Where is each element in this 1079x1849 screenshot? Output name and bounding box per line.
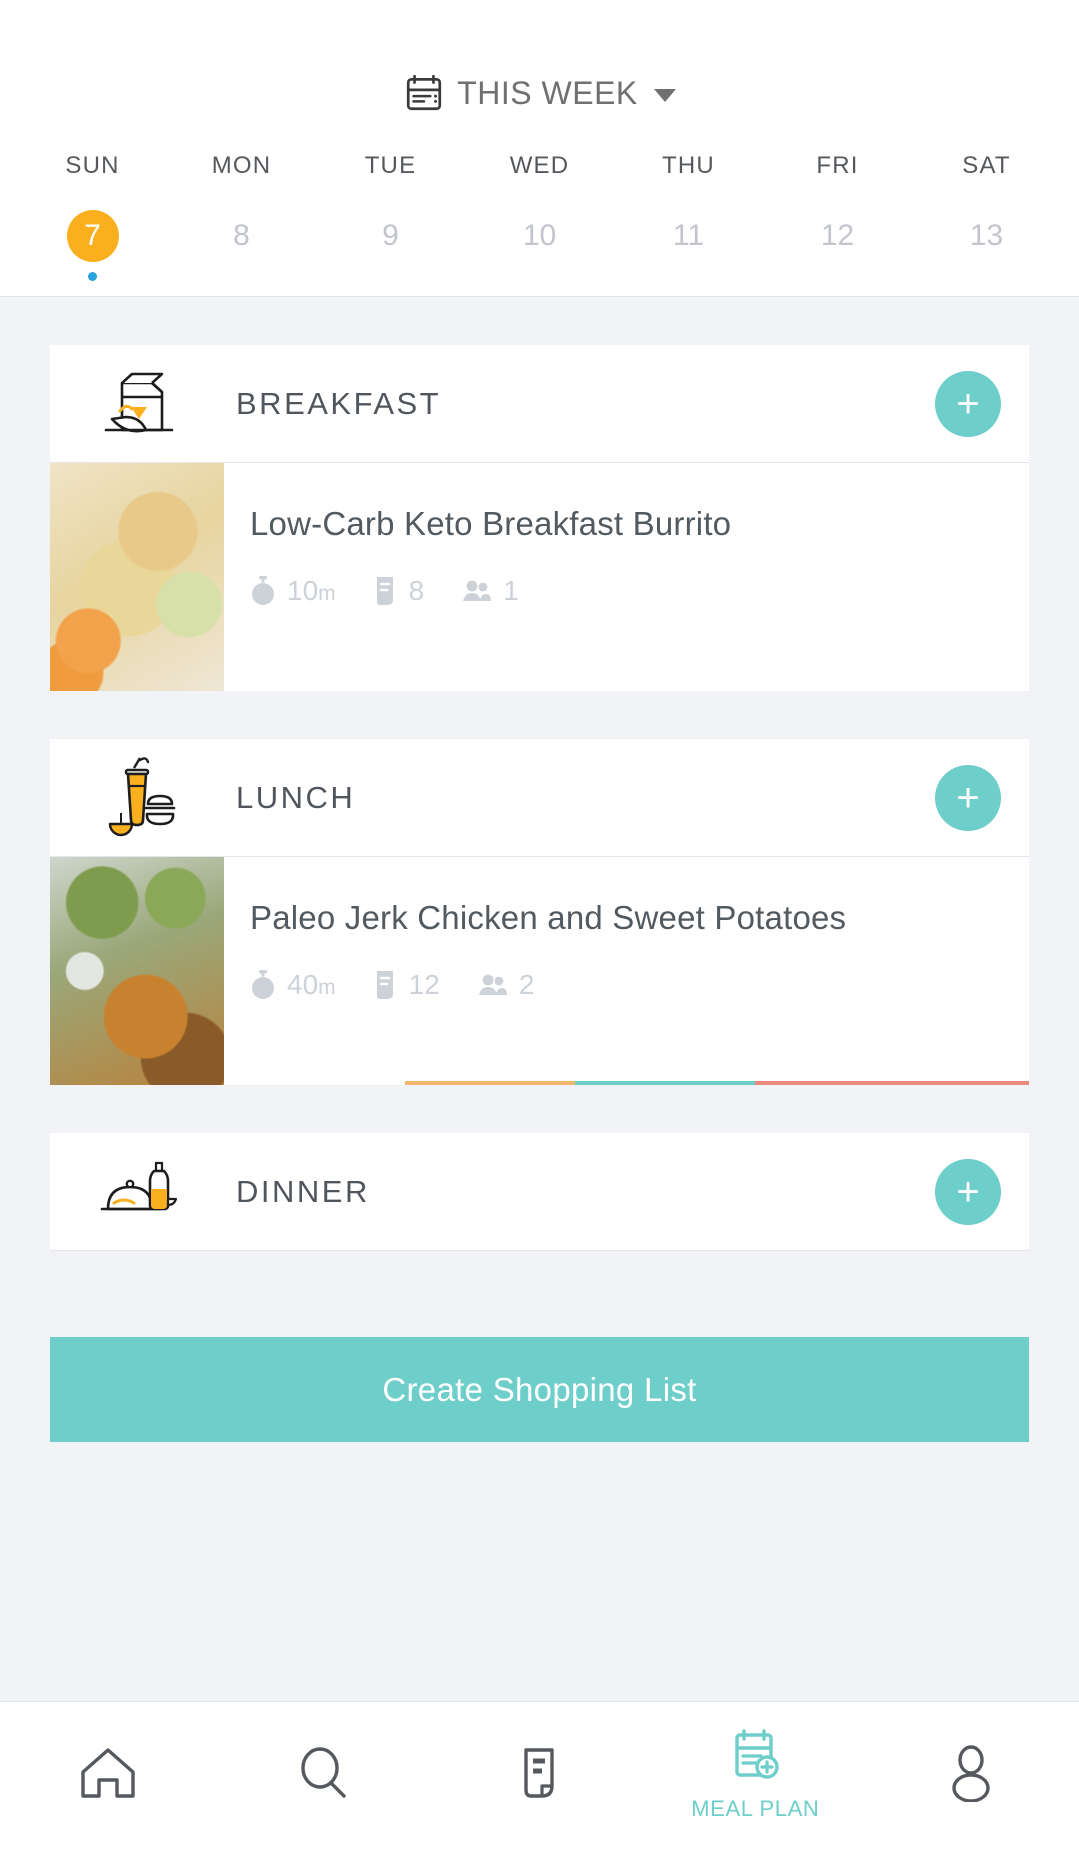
stopwatch-icon	[250, 970, 276, 1000]
meal-indicator-dot	[982, 272, 991, 281]
date-cell[interactable]: 12	[763, 210, 912, 281]
date-number[interactable]: 7	[66, 210, 119, 262]
weekday-label: SAT	[962, 152, 1011, 179]
servings: 2	[478, 969, 535, 1001]
recipe-thumbnail	[50, 857, 224, 1085]
date-cell[interactable]: 11	[614, 210, 763, 281]
date-cell[interactable]: 10	[465, 210, 614, 281]
calendar-icon	[403, 72, 445, 114]
date-number[interactable]: 9	[365, 210, 417, 262]
nav-item-home[interactable]	[0, 1702, 216, 1849]
recipe-info: Paleo Jerk Chicken and Sweet Potatoes 40…	[224, 857, 1029, 1085]
weekday-label: FRI	[816, 152, 859, 179]
meal-name: DINNER	[236, 1173, 370, 1209]
nav-item-recipes[interactable]	[432, 1702, 648, 1849]
meal-section-dinner: DINNER +	[50, 1133, 1029, 1251]
meal-section-lunch: LUNCH + Paleo Jerk Chicken and Sweet Pot…	[50, 739, 1029, 1085]
search-icon	[294, 1744, 354, 1807]
nav-label-meal-plan: MEAL PLAN	[691, 1796, 820, 1821]
recipe-list-icon	[374, 970, 398, 1000]
meal-name: BREAKFAST	[236, 385, 442, 421]
milk-carton-breakfast-icon	[90, 361, 194, 447]
stopwatch-icon	[250, 576, 276, 606]
nav-item-search[interactable]	[216, 1702, 432, 1849]
date-number[interactable]: 11	[663, 210, 715, 262]
recipe-title: Low-Carb Keto Breakfast Burrito	[250, 505, 732, 542]
meal-indicator-dot	[535, 272, 544, 281]
weekday-label: WED	[509, 152, 570, 179]
add-lunch-button[interactable]: +	[935, 764, 1001, 831]
chevron-down-icon[interactable]	[653, 88, 676, 102]
add-dinner-button[interactable]: +	[935, 1158, 1001, 1225]
recipe-meta: 40m 12 2	[250, 969, 1029, 1001]
recipe-thumbnail	[50, 463, 224, 691]
recipe-title: Paleo Jerk Chicken and Sweet Potatoes	[250, 899, 847, 936]
cook-time: 40m	[250, 969, 336, 1001]
profile-icon	[943, 1744, 999, 1807]
recipes-icon	[510, 1744, 568, 1807]
servings-text: 2	[518, 969, 535, 1000]
ingredient-count: 12	[374, 969, 440, 1001]
date-cell[interactable]: 7	[18, 210, 167, 281]
cook-time-text: 40m	[287, 969, 336, 1000]
servings: 1	[462, 575, 519, 607]
people-icon	[478, 973, 508, 997]
weekday-label: THU	[662, 152, 715, 179]
add-breakfast-button[interactable]: +	[935, 370, 1001, 437]
bottom-navigation: MEAL PLAN	[0, 1701, 1079, 1849]
recipe-info: Low-Carb Keto Breakfast Burrito 10m 8 1	[224, 463, 1029, 691]
meal-indicator-dot	[237, 272, 246, 281]
meal-header: LUNCH +	[50, 739, 1029, 857]
ingredient-count: 8	[374, 575, 425, 607]
meal-plan-list: BREAKFAST + Low-Carb Keto Breakfast Burr…	[0, 297, 1079, 1701]
meal-indicator-dot	[88, 272, 97, 281]
ingredient-count-text: 12	[408, 969, 440, 1000]
weekday-labels: SUN MON TUE WED THU FRI SAT	[0, 152, 1079, 180]
meal-header: DINNER +	[50, 1133, 1029, 1251]
calendar-header: THIS WEEK SUN MON TUE WED THU FRI SAT 7 …	[0, 0, 1079, 297]
weekday-label: MON	[211, 152, 272, 179]
meal-header: BREAKFAST +	[50, 345, 1029, 463]
recipe-row[interactable]: Low-Carb Keto Breakfast Burrito 10m 8 1	[50, 463, 1029, 691]
weekday-label: TUE	[364, 152, 417, 179]
drink-burger-lunch-icon	[90, 752, 194, 844]
home-icon	[77, 1744, 139, 1807]
recipe-meta: 10m 8 1	[250, 575, 1029, 607]
cook-time: 10m	[250, 575, 336, 607]
ingredient-count-text: 8	[408, 575, 425, 606]
nav-item-profile[interactable]	[863, 1702, 1079, 1849]
cook-time-text: 10m	[287, 575, 336, 606]
recipe-row[interactable]: Paleo Jerk Chicken and Sweet Potatoes 40…	[50, 857, 1029, 1085]
create-shopping-list-button[interactable]: Create Shopping List	[50, 1337, 1029, 1442]
recipe-list-icon	[374, 576, 398, 606]
nav-item-meal-plan[interactable]: MEAL PLAN	[647, 1702, 863, 1849]
meal-indicator-dot	[833, 272, 842, 281]
week-label: THIS WEEK	[457, 74, 638, 111]
date-number[interactable]: 13	[961, 210, 1013, 262]
date-number[interactable]: 8	[216, 210, 268, 262]
date-number[interactable]: 12	[812, 210, 864, 262]
meal-name: LUNCH	[236, 779, 356, 815]
cloche-wine-dinner-icon	[90, 1149, 194, 1235]
date-cell[interactable]: 13	[912, 210, 1061, 281]
meal-indicator-dot	[386, 272, 395, 281]
date-cell[interactable]: 9	[316, 210, 465, 281]
meal-plan-icon	[726, 1729, 784, 1790]
meal-indicator-dot	[684, 272, 693, 281]
week-date-strip: 7 8 9 10 11 12 13	[0, 210, 1079, 281]
servings-text: 1	[503, 575, 519, 606]
burrito-photo	[50, 463, 224, 691]
people-icon	[462, 579, 492, 603]
jerk-chicken-photo	[50, 857, 224, 1085]
date-number[interactable]: 10	[514, 210, 566, 262]
week-selector[interactable]: THIS WEEK	[0, 0, 1079, 114]
date-cell[interactable]: 8	[167, 210, 316, 281]
meal-section-breakfast: BREAKFAST + Low-Carb Keto Breakfast Burr…	[50, 345, 1029, 691]
weekday-label: SUN	[65, 152, 120, 179]
